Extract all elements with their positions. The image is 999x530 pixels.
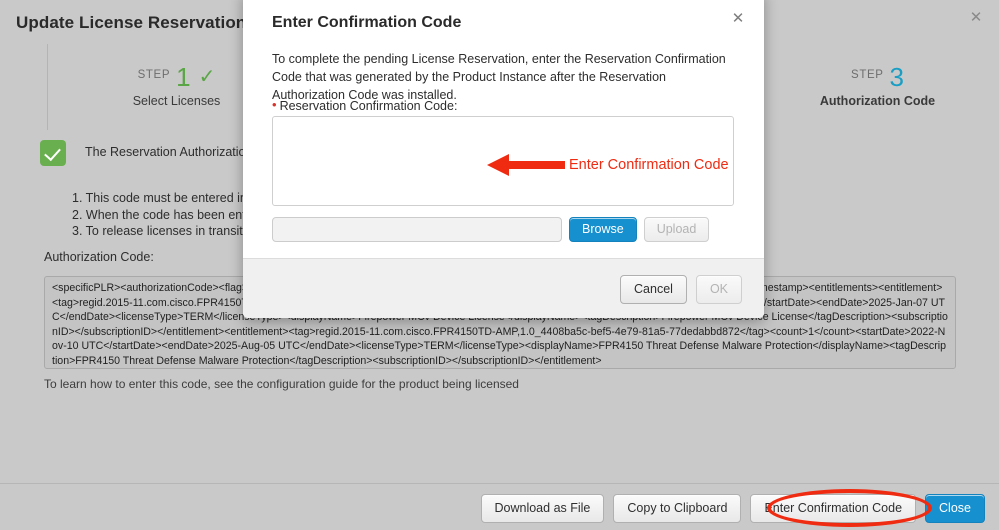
- authorization-code-label: Authorization Code:: [44, 250, 154, 264]
- confirmation-code-label-text: Reservation Confirmation Code:: [279, 99, 458, 113]
- upload-button: Upload: [643, 216, 710, 242]
- download-as-file-button[interactable]: Download as File: [480, 494, 605, 523]
- learn-more-text: To learn how to enter this code, see the…: [44, 377, 519, 391]
- browse-button[interactable]: Browse: [569, 216, 637, 242]
- step-3-word: STEP: [851, 69, 884, 81]
- dialog-description: To complete the pending License Reservat…: [272, 52, 726, 102]
- step-3-head: STEP 3: [756, 62, 999, 93]
- required-marker-icon: •: [272, 97, 277, 112]
- success-check-icon: [40, 140, 66, 166]
- step-1-word: STEP: [137, 69, 171, 81]
- app-root: Update License Reservation ✕ STEP 1 ✓ Sele…: [0, 0, 999, 530]
- page-title: Update License Reservation: [16, 13, 247, 32]
- copy-to-clipboard-button[interactable]: Copy to Clipboard: [613, 494, 742, 523]
- footer-button-group: Download as File Copy to Clipboard Enter…: [480, 494, 985, 523]
- dialog-footer-button-group: Cancel OK: [620, 275, 742, 304]
- cancel-button[interactable]: Cancel: [620, 275, 687, 304]
- step-3-label: Authorization Code: [819, 94, 936, 108]
- dialog-footer: Cancel OK: [243, 258, 764, 318]
- dialog-body: To complete the pending License Reservat…: [243, 50, 764, 258]
- enter-confirmation-code-dialog: Enter Confirmation Code ✕ To complete th…: [243, 0, 764, 318]
- close-icon[interactable]: ✕: [967, 9, 985, 27]
- dialog-header: Enter Confirmation Code ✕: [243, 0, 764, 50]
- file-upload-row: Browse Upload: [272, 216, 734, 242]
- wizard-step-authorization-code[interactable]: STEP 3 Authorization Code: [755, 44, 999, 130]
- dialog-close-icon[interactable]: ✕: [729, 10, 747, 28]
- enter-confirmation-code-button[interactable]: Enter Confirmation Code: [750, 494, 917, 523]
- check-icon: ✓: [198, 66, 216, 88]
- file-path-input[interactable]: [272, 216, 562, 242]
- close-button[interactable]: Close: [925, 494, 985, 523]
- dialog-title: Enter Confirmation Code: [272, 14, 462, 31]
- confirmation-code-label: • Reservation Confirmation Code:: [272, 97, 457, 113]
- confirmation-code-textarea[interactable]: [272, 116, 734, 206]
- ok-button: OK: [695, 275, 742, 304]
- step-1-number: 1: [176, 62, 191, 92]
- step-3-number: 3: [889, 62, 904, 92]
- page-footer: Download as File Copy to Clipboard Enter…: [0, 484, 999, 530]
